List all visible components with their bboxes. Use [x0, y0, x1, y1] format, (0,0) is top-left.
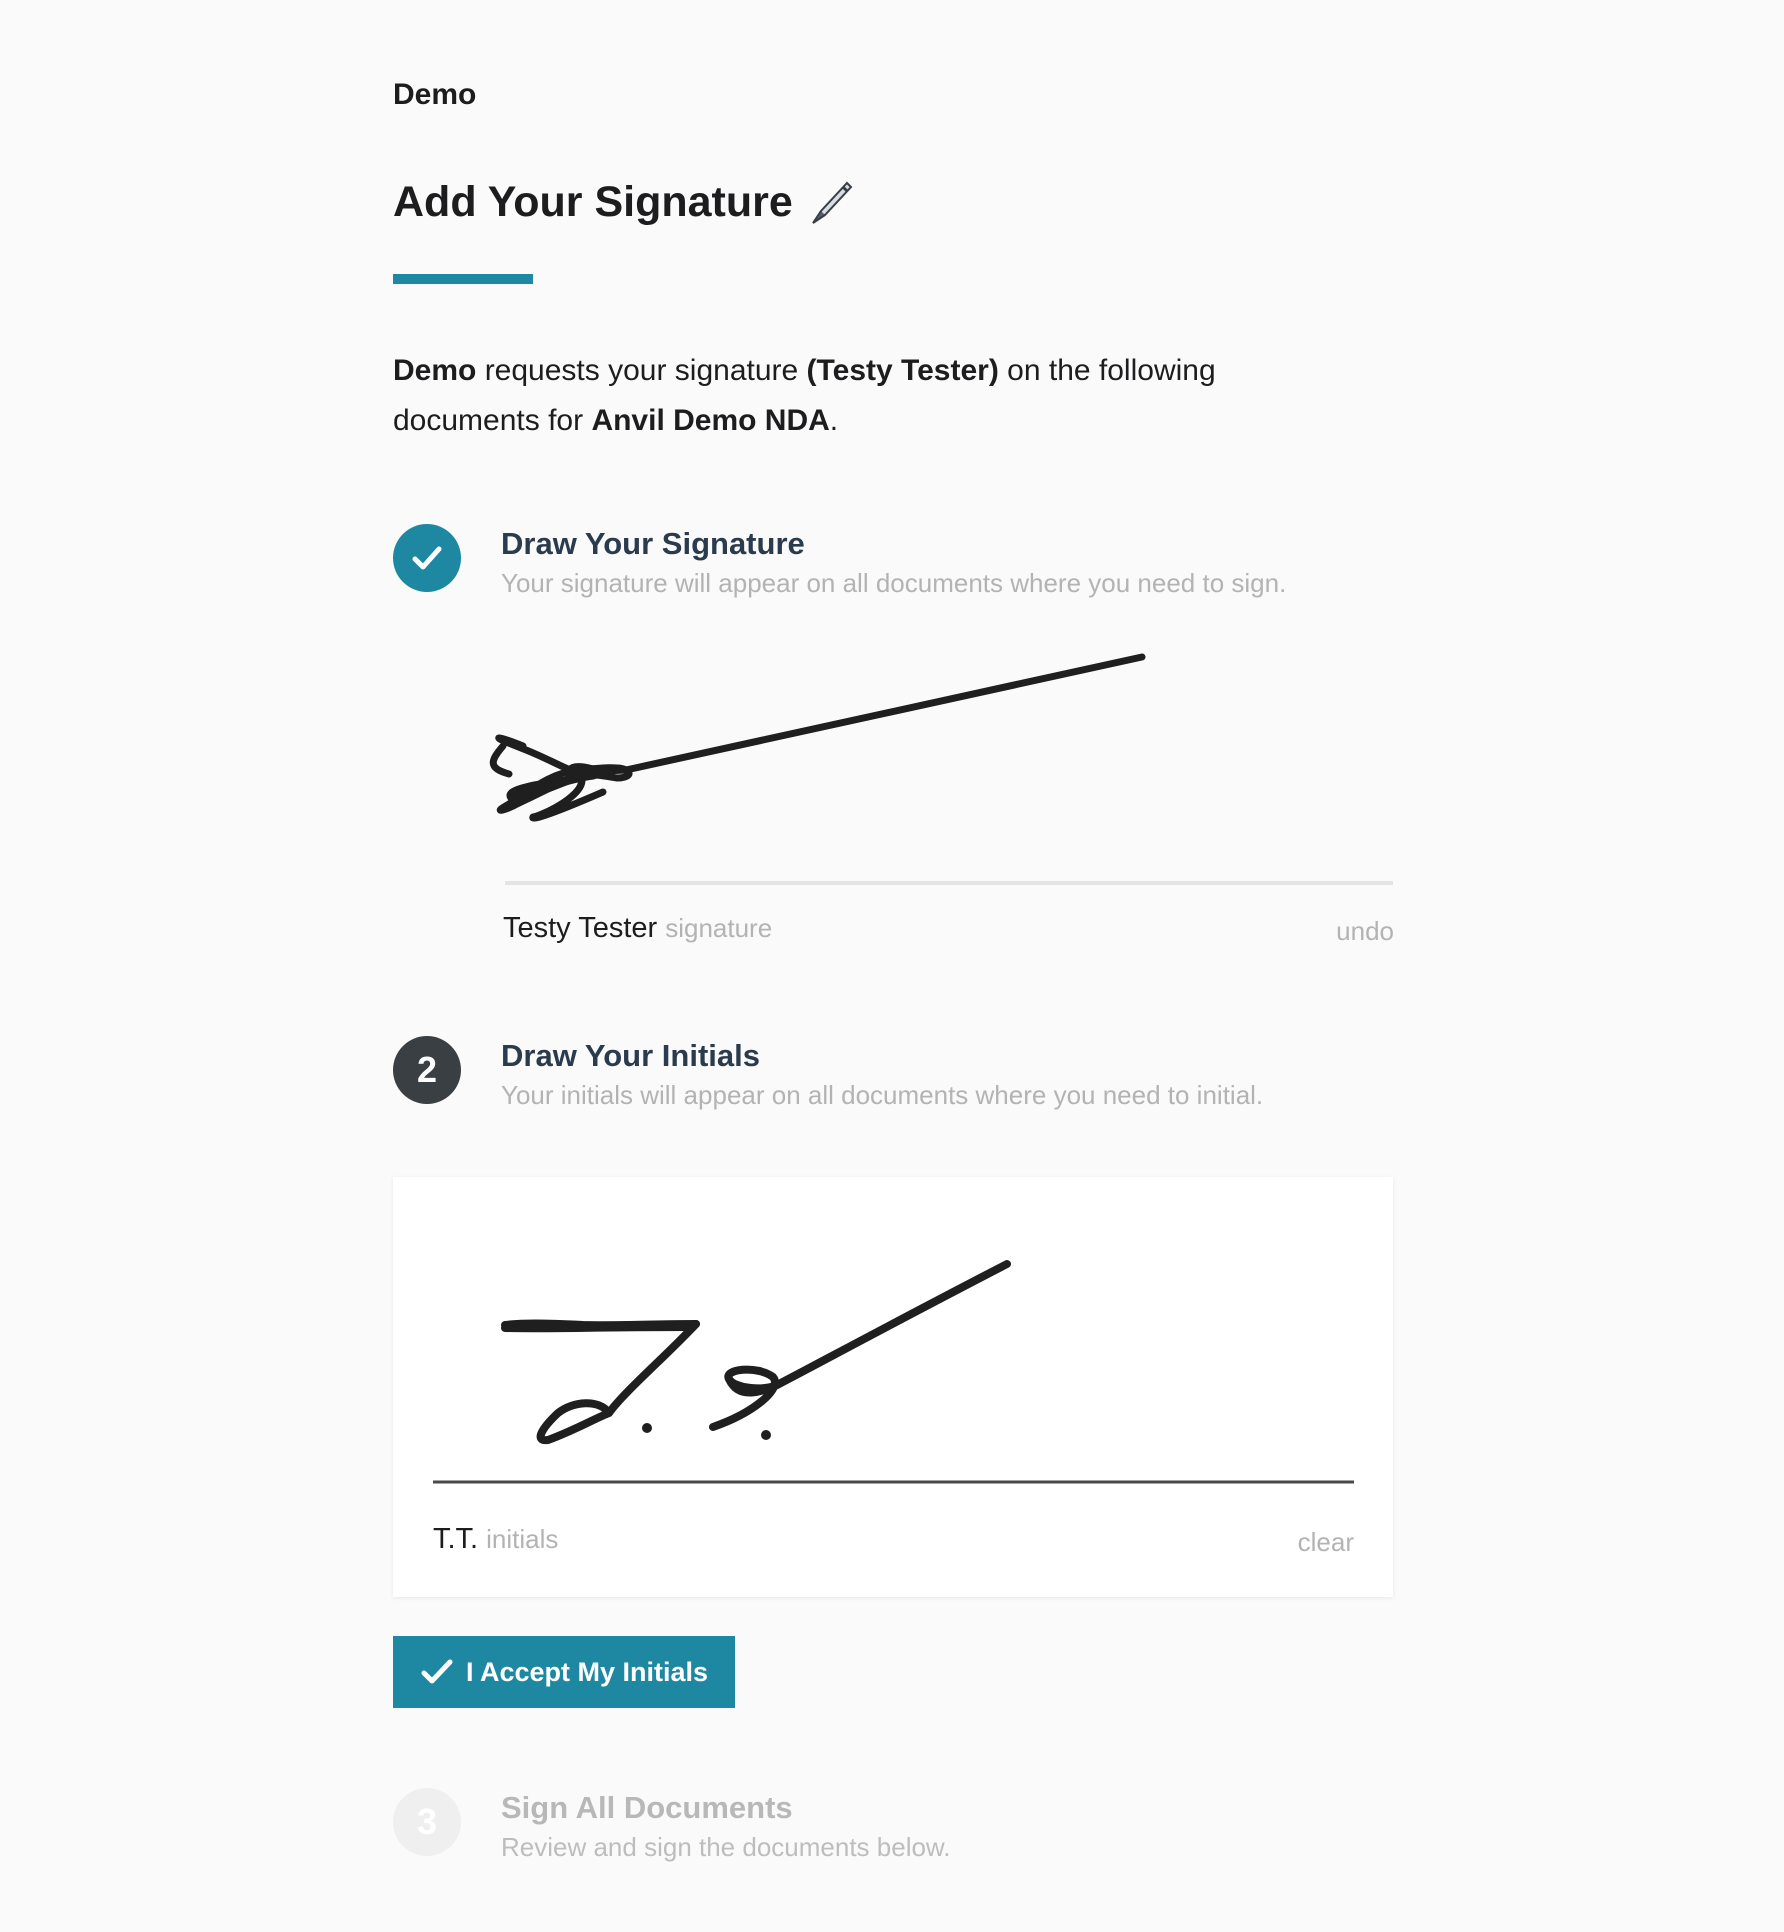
intro-text: Demo requests your signature (Testy Test… [393, 346, 1313, 446]
title-underline [393, 274, 533, 284]
signer-name: (Testy Tester) [806, 354, 999, 387]
signature-drawing[interactable] [393, 640, 1393, 900]
org-name: Demo [393, 78, 477, 111]
step-title: Draw Your Initials [501, 1038, 760, 1073]
pen-icon [811, 181, 853, 224]
step-number-marker: 3 [393, 1788, 461, 1856]
step-description: Your initials will appear on all documen… [501, 1080, 1264, 1110]
step-description: Your signature will appear on all docume… [501, 568, 1287, 598]
accept-initials-button[interactable]: I Accept My Initials [393, 1636, 735, 1708]
initials-caption: T.T. initials [433, 1523, 558, 1556]
page-title: Add Your Signature [393, 178, 855, 227]
intro-text-3: . [829, 404, 839, 437]
accept-initials-button-label: I Accept My Initials [465, 1656, 709, 1687]
initials-pad[interactable]: T.T. initials clear [393, 1177, 1393, 1597]
signer-full-name: Testy Tester [503, 912, 658, 944]
intro-text-1: requests your signature [476, 354, 807, 387]
page-title-text: Add Your Signature [393, 178, 793, 226]
step-title: Draw Your Signature [501, 526, 805, 561]
step-complete-marker [393, 524, 461, 592]
packet-name: Anvil Demo NDA [591, 404, 830, 437]
step-description: Review and sign the documents below. [501, 1832, 951, 1862]
clear-link[interactable]: clear [1298, 1527, 1354, 1558]
undo-link[interactable]: undo [1336, 916, 1394, 947]
signature-caption: Testy Tester signature [503, 912, 772, 945]
step-number-marker: 2 [393, 1036, 461, 1104]
signing-page: Demo Add Your Signature Demo requests yo… [393, 0, 1394, 1932]
signature-role-label: signature [665, 913, 773, 943]
signer-initials: T.T. [433, 1523, 479, 1555]
initials-role-label: initials [486, 1524, 559, 1554]
requester-name: Demo [393, 354, 477, 387]
check-icon [421, 1659, 453, 1684]
check-icon [412, 546, 442, 570]
initials-drawing[interactable] [393, 1177, 1393, 1487]
step-title: Sign All Documents [501, 1790, 793, 1825]
